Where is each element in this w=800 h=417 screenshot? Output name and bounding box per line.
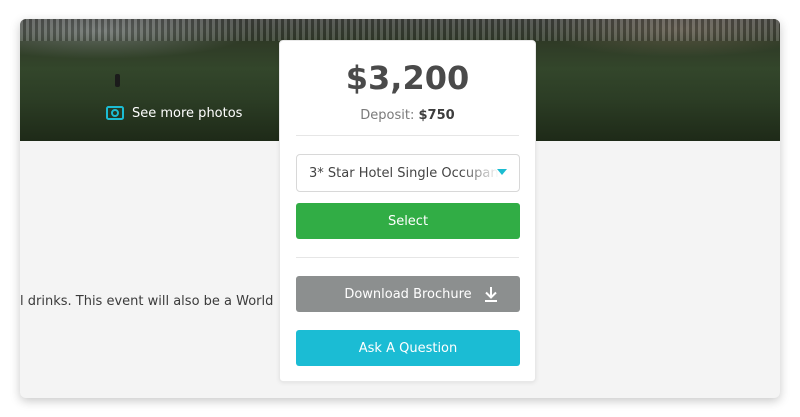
- divider: [296, 135, 519, 136]
- deposit-label: Deposit:: [360, 108, 415, 123]
- download-icon: [484, 286, 498, 302]
- stadium-crowd: [20, 19, 780, 41]
- event-description: l drinks. This event will also be a Worl…: [20, 294, 274, 309]
- booking-panel: $3,200 Deposit: $750 3* Star Hotel Singl…: [279, 40, 536, 382]
- package-select[interactable]: 3* Star Hotel Single Occupancy: [296, 154, 520, 192]
- download-brochure-button[interactable]: Download Brochure: [296, 276, 520, 312]
- camera-icon: [106, 105, 124, 121]
- player-figure: [115, 74, 120, 87]
- select-button[interactable]: Select: [296, 203, 520, 239]
- divider: [296, 257, 519, 258]
- download-brochure-label: Download Brochure: [344, 286, 472, 302]
- package-select-value: 3* Star Hotel Single Occupancy: [309, 166, 499, 181]
- price: $3,200: [345, 59, 470, 97]
- deposit-amount: $750: [418, 108, 455, 123]
- see-more-photos-link[interactable]: See more photos: [106, 105, 242, 121]
- see-more-photos-label: See more photos: [132, 105, 243, 121]
- deposit: Deposit: $750: [280, 108, 535, 123]
- chevron-down-icon: [497, 169, 507, 175]
- ask-question-button[interactable]: Ask A Question: [296, 330, 520, 366]
